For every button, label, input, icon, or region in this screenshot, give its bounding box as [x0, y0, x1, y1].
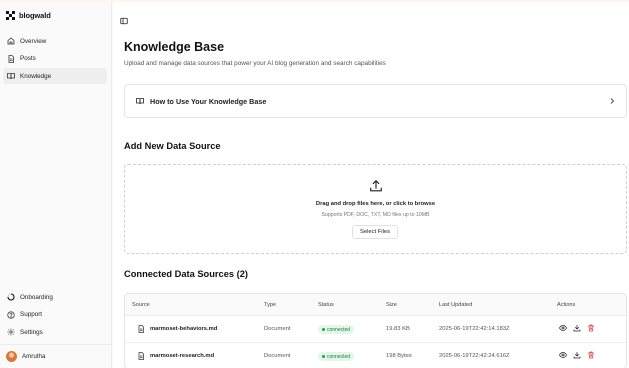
gear-icon [6, 328, 15, 337]
howto-accordion[interactable]: How to Use Your Knowledge Base [124, 84, 627, 118]
sidebar-item-settings[interactable]: Settings [3, 324, 107, 340]
column-header-last-updated: Last Updated [439, 302, 473, 308]
dropzone-text: Drag and drop files here, or click to br… [315, 201, 436, 207]
sidebar-item-knowledge[interactable]: Knowledge [3, 68, 107, 84]
page-title: Knowledge Base [124, 40, 225, 54]
column-header-size: Size [386, 302, 397, 308]
download-icon[interactable] [573, 351, 581, 359]
document-icon [136, 351, 145, 360]
sidebar-bottom-nav: Onboarding Support Settings [3, 289, 107, 342]
table-row: marmoset-behaviors.md Document connected… [125, 316, 626, 343]
sidebar-item-label: Onboarding [20, 293, 53, 301]
sidebar-item-label: Knowledge [20, 72, 52, 80]
size-cell: 198 Bytes [386, 353, 412, 359]
sidebar-item-overview[interactable]: Overview [3, 33, 107, 49]
add-source-title: Add New Data Source [124, 141, 221, 151]
help-icon [6, 310, 15, 319]
file-icon [6, 54, 15, 63]
status-badge: connected [318, 352, 355, 361]
type-cell: Document [264, 353, 291, 359]
sidebar-item-label: Settings [20, 328, 43, 336]
source-cell: marmoset-behaviors.md [136, 324, 217, 333]
app-window: blogwald Overview Posts Knowledge Onboar… [0, 2, 629, 368]
size-cell: 19.83 KB [386, 326, 410, 332]
dropzone-supports-text: Supports PDF, DOC, TXT, MD files up to 1… [321, 212, 430, 218]
sidebar: blogwald Overview Posts Knowledge Onboar… [0, 2, 112, 368]
sidebar-toggle-icon[interactable] [120, 12, 128, 25]
page-subtitle: Upload and manage data sources that powe… [124, 60, 386, 67]
table-header: Source Type Status Size Last Updated Act… [125, 294, 626, 316]
file-dropzone[interactable]: Drag and drop files here, or click to br… [124, 164, 627, 254]
column-header-actions: Actions [557, 302, 576, 308]
column-header-source: Source [132, 302, 150, 308]
updated-cell: 2025-06-19T22:42:14.183Z [439, 326, 510, 332]
book-icon [6, 72, 15, 81]
delete-icon[interactable] [587, 351, 595, 359]
sidebar-item-onboarding[interactable]: Onboarding [3, 289, 107, 305]
chevron-right-icon [608, 97, 616, 105]
row-actions [559, 324, 595, 332]
logo[interactable]: blogwald [6, 11, 51, 20]
howto-label: How to Use Your Knowledge Base [150, 96, 267, 106]
sidebar-nav: Overview Posts Knowledge [3, 33, 107, 86]
table-row: marmoset-research.md Document connected … [125, 343, 626, 368]
source-cell: marmoset-research.md [136, 351, 214, 360]
status-dot-icon [322, 328, 325, 331]
sidebar-item-label: Posts [20, 55, 36, 62]
type-cell: Document [264, 326, 291, 332]
sidebar-item-label: Overview [20, 37, 47, 45]
select-files-button[interactable]: Select Files [352, 225, 398, 239]
user-menu[interactable]: Amrutha [0, 344, 111, 368]
app-name: blogwald [19, 11, 51, 20]
sidebar-item-label: Support [20, 311, 43, 318]
logo-icon [6, 11, 15, 20]
connected-sources-title: Connected Data Sources (2) [124, 269, 248, 279]
sidebar-item-support[interactable]: Support [3, 307, 107, 323]
column-header-status: Status [318, 302, 334, 308]
column-header-type: Type [264, 302, 277, 308]
book-icon [135, 97, 144, 106]
progress-icon [6, 293, 15, 302]
main-content: Knowledge Base Upload and manage data so… [113, 2, 629, 368]
status-label: connected [327, 326, 351, 333]
source-name: marmoset-behaviors.md [150, 325, 218, 332]
view-icon[interactable] [559, 351, 567, 359]
user-name: Amrutha [22, 353, 46, 360]
source-name: marmoset-research.md [150, 352, 215, 359]
home-icon [6, 37, 15, 46]
document-icon [136, 324, 145, 333]
upload-icon [369, 179, 383, 193]
status-label: connected [327, 353, 351, 360]
view-icon[interactable] [559, 324, 567, 332]
download-icon[interactable] [573, 324, 581, 332]
status-badge: connected [318, 325, 355, 334]
status-dot-icon [322, 355, 325, 358]
delete-icon[interactable] [587, 324, 595, 332]
data-sources-table: Source Type Status Size Last Updated Act… [124, 293, 627, 368]
avatar [6, 351, 17, 362]
sidebar-item-posts[interactable]: Posts [3, 51, 107, 67]
updated-cell: 2025-06-19T22:42:24.616Z [439, 353, 510, 359]
row-actions [559, 351, 595, 359]
